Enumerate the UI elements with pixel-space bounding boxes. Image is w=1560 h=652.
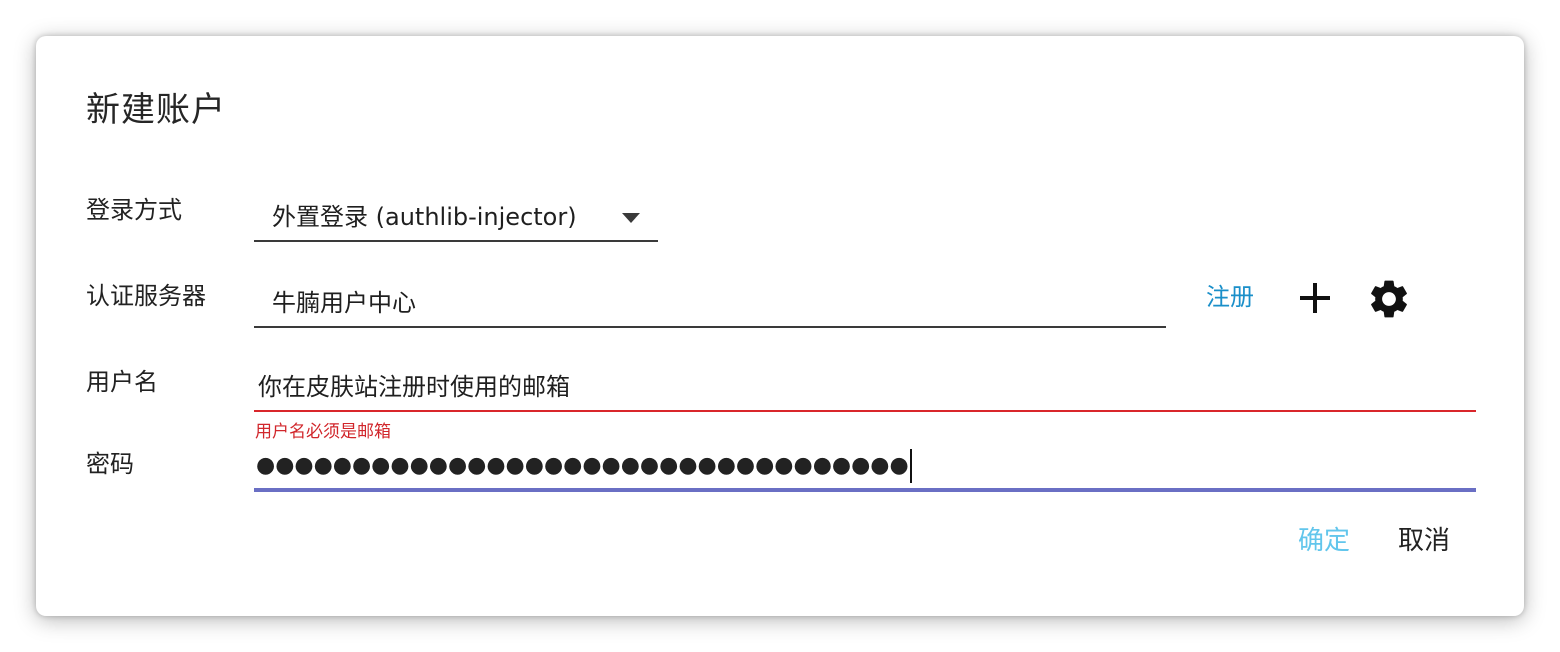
dialog-title: 新建账户 <box>86 90 226 130</box>
gear-icon <box>1371 280 1407 318</box>
register-link[interactable]: 注册 <box>1206 285 1254 309</box>
server-settings-button[interactable] <box>1366 276 1412 322</box>
username-value: 你在皮肤站注册时使用的邮箱 <box>258 373 570 401</box>
username-error-message: 用户名必须是邮箱 <box>255 422 391 442</box>
password-masked-value: ●●●●●●●●●●●●●●●●●●●●●●●●●●●●●●●●●● <box>256 453 909 478</box>
login-method-select[interactable]: 外置登录 (authlib-injector) <box>254 194 658 242</box>
chevron-down-icon <box>622 213 640 223</box>
auth-server-value: 牛腩用户中心 <box>272 289 416 317</box>
new-account-dialog: 新建账户 登录方式 外置登录 (authlib-injector) 认证服务器 … <box>36 36 1524 616</box>
password-label: 密码 <box>86 450 134 478</box>
auth-server-select[interactable]: 牛腩用户中心 <box>254 280 1166 328</box>
username-input[interactable]: 你在皮肤站注册时使用的邮箱 <box>254 364 1476 412</box>
cancel-button[interactable]: 取消 <box>1398 528 1450 554</box>
plus-icon <box>1300 283 1330 313</box>
login-method-label: 登录方式 <box>86 196 182 224</box>
login-method-value: 外置登录 (authlib-injector) <box>272 203 577 231</box>
password-input[interactable]: ●●●●●●●●●●●●●●●●●●●●●●●●●●●●●●●●●● <box>254 444 1476 492</box>
ok-button[interactable]: 确定 <box>1298 528 1350 554</box>
text-cursor <box>909 449 912 483</box>
add-server-button[interactable] <box>1298 281 1332 315</box>
auth-server-label: 认证服务器 <box>86 282 206 310</box>
username-label: 用户名 <box>86 368 158 396</box>
